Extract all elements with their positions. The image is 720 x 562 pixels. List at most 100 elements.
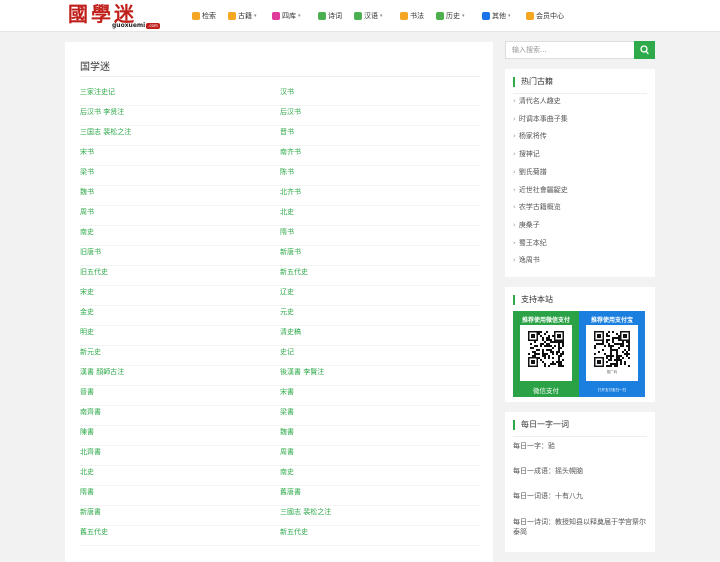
book-link[interactable]: 北齊書 <box>80 446 280 466</box>
wechat-qr-code <box>528 331 564 367</box>
nav-item-4[interactable]: 汉语 ▾ <box>354 10 383 22</box>
book-link[interactable]: 陳書 <box>80 426 280 446</box>
wechat-pay-heading: 推荐使用微信支付 <box>521 317 570 324</box>
nav-label: 其他 <box>492 12 506 20</box>
book-link[interactable]: 隋书 <box>280 226 480 246</box>
hot-book-label: 庚桑子 <box>518 220 540 229</box>
hot-book-item[interactable]: › 近世社會齷齪史 <box>513 185 568 195</box>
logo-badge: .com <box>146 23 160 29</box>
hot-book-item[interactable]: › 清代名人趣史 <box>513 96 561 106</box>
book-link[interactable]: 金史 <box>80 306 280 326</box>
book-link[interactable]: 周書 <box>280 446 480 466</box>
book-link[interactable]: 新元史 <box>80 346 280 366</box>
book-link[interactable]: 三国志 裴松之注 <box>80 126 280 146</box>
book-link[interactable]: 北齐书 <box>280 186 480 206</box>
alipay-heading: 推荐使用支付宝 <box>590 317 633 324</box>
book-link[interactable]: 後漢書 李賢注 <box>280 366 480 386</box>
hot-book-item[interactable]: › 逸周书 <box>513 255 540 265</box>
hot-book-label: 杨家将传 <box>518 132 547 141</box>
book-link[interactable]: 魏书 <box>80 186 280 206</box>
alipay-qr-card: 推广码 <box>586 325 638 381</box>
hot-book-item[interactable]: › 庚桑子 <box>513 220 540 230</box>
daily-item[interactable]: 每日一诗词：教授知县以释奠届于学宫祭尔泰简 <box>513 517 649 537</box>
book-link[interactable]: 新唐書 <box>80 506 280 526</box>
hot-books-widget: 热门古籍 › 清代名人趣史 › 时调本事曲子集 › 杨家将传 › 搜神记 › 劉氏菊譜 › 近世社會齷… <box>505 69 655 277</box>
book-link[interactable]: 魏書 <box>280 426 480 446</box>
daily-title: 每日一字一词 <box>513 420 569 430</box>
search-button[interactable] <box>634 41 655 59</box>
nav-item-6[interactable]: 历史 ▾ <box>436 10 465 22</box>
book-link[interactable]: 宋書 <box>280 386 480 406</box>
book-link[interactable]: 元史 <box>280 306 480 326</box>
wechat-pay-label: 微信支付 <box>533 387 559 395</box>
nav-item-3[interactable]: 诗词 <box>318 10 342 22</box>
book-link[interactable]: 史记 <box>280 346 480 366</box>
book-link[interactable]: 新五代史 <box>280 526 480 546</box>
history-icon <box>436 12 444 20</box>
pencil-icon <box>400 12 408 20</box>
hot-book-item[interactable]: › 蜀王本纪 <box>513 238 547 248</box>
hot-book-item[interactable]: › 时调本事曲子集 <box>513 114 568 124</box>
alipay-caption: 推广码 <box>606 370 618 374</box>
chevron-right-icon: › <box>513 114 516 123</box>
book-link[interactable]: 旧唐书 <box>80 246 280 266</box>
book-link[interactable]: 南史 <box>280 466 480 486</box>
nav-item-8[interactable]: 会员中心 <box>526 10 564 22</box>
book-link[interactable]: 舊唐書 <box>280 486 480 506</box>
book-link[interactable]: 晉書 <box>80 386 280 406</box>
book-link[interactable]: 旧五代史 <box>80 266 280 286</box>
hot-book-item[interactable]: › 农学古籍概览 <box>513 202 561 212</box>
book-link[interactable]: 梁書 <box>280 406 480 426</box>
book-link[interactable]: 汉书 <box>280 86 480 106</box>
nav-item-2[interactable]: 四库 ▾ <box>272 10 301 22</box>
book-link[interactable]: 漢書 顏師古注 <box>80 366 280 386</box>
book-link[interactable]: 晋书 <box>280 126 480 146</box>
nav-item-7[interactable]: 其他 ▾ <box>482 10 511 22</box>
alipay-qr-code <box>594 331 630 367</box>
hot-book-item[interactable]: › 杨家将传 <box>513 131 547 141</box>
book-link[interactable]: 宋书 <box>80 146 280 166</box>
chevron-down-icon: ▾ <box>380 13 383 19</box>
hot-book-item[interactable]: › 劉氏菊譜 <box>513 167 547 177</box>
widget-divider <box>513 436 647 437</box>
book-link[interactable]: 梁书 <box>80 166 280 186</box>
book-link[interactable]: 后汉书 李贤注 <box>80 106 280 126</box>
site-logo[interactable]: 國學迷 guoxuemi .com <box>68 3 164 31</box>
book-list-right: 汉书 后汉书 晋书 南齐书 陈书 北齐书 北史 隋书 新唐书 新五代史 辽史 元史 清史稿 史记 後漢書 李… <box>280 86 480 546</box>
alipay-footer: 打开支付宝扫一扫 <box>598 388 626 392</box>
book-link[interactable]: 隋書 <box>80 486 280 506</box>
hot-book-label: 蜀王本纪 <box>518 238 547 247</box>
nav-item-0[interactable]: 检索 <box>192 10 216 22</box>
book-link[interactable]: 周书 <box>80 206 280 226</box>
chevron-right-icon: › <box>513 220 516 229</box>
book-link[interactable]: 三國志 裴松之注 <box>280 506 480 526</box>
book-link[interactable]: 新五代史 <box>280 266 480 286</box>
chevron-down-icon: ▾ <box>254 13 257 19</box>
book-link[interactable]: 明史 <box>80 326 280 346</box>
book-link[interactable]: 三家注史记 <box>80 86 280 106</box>
book-link[interactable]: 舊五代史 <box>80 526 280 546</box>
daily-item[interactable]: 每日一词语：十有八九 <box>513 491 649 501</box>
hot-book-item[interactable]: › 搜神记 <box>513 149 540 159</box>
book-link[interactable]: 辽史 <box>280 286 480 306</box>
daily-item[interactable]: 每日一字：𬌗 <box>513 441 649 451</box>
chevron-down-icon: ▾ <box>298 13 301 19</box>
book-link[interactable]: 南齐书 <box>280 146 480 166</box>
book-link[interactable]: 宋史 <box>80 286 280 306</box>
search-box <box>505 41 655 59</box>
book-list-left: 三家注史记 后汉书 李贤注 三国志 裴松之注 宋书 梁书 魏书 周书 南史 旧唐书 旧五代史 宋史金… <box>80 86 280 546</box>
search-icon <box>192 12 200 20</box>
book-link[interactable]: 新唐书 <box>280 246 480 266</box>
book-link[interactable]: 后汉书 <box>280 106 480 126</box>
hot-book-label: 搜神记 <box>518 150 540 159</box>
search-input[interactable] <box>505 41 635 59</box>
book-link[interactable]: 南史 <box>80 226 280 246</box>
book-link[interactable]: 南齊書 <box>80 406 280 426</box>
book-link[interactable]: 北史 <box>80 466 280 486</box>
daily-item[interactable]: 每日一成语：摇头幌脑 <box>513 466 649 476</box>
book-link[interactable]: 北史 <box>280 206 480 226</box>
book-link[interactable]: 清史稿 <box>280 326 480 346</box>
nav-item-5[interactable]: 书法 <box>400 10 424 22</box>
book-link[interactable]: 陈书 <box>280 166 480 186</box>
nav-item-1[interactable]: 古籍 ▾ <box>228 10 257 22</box>
